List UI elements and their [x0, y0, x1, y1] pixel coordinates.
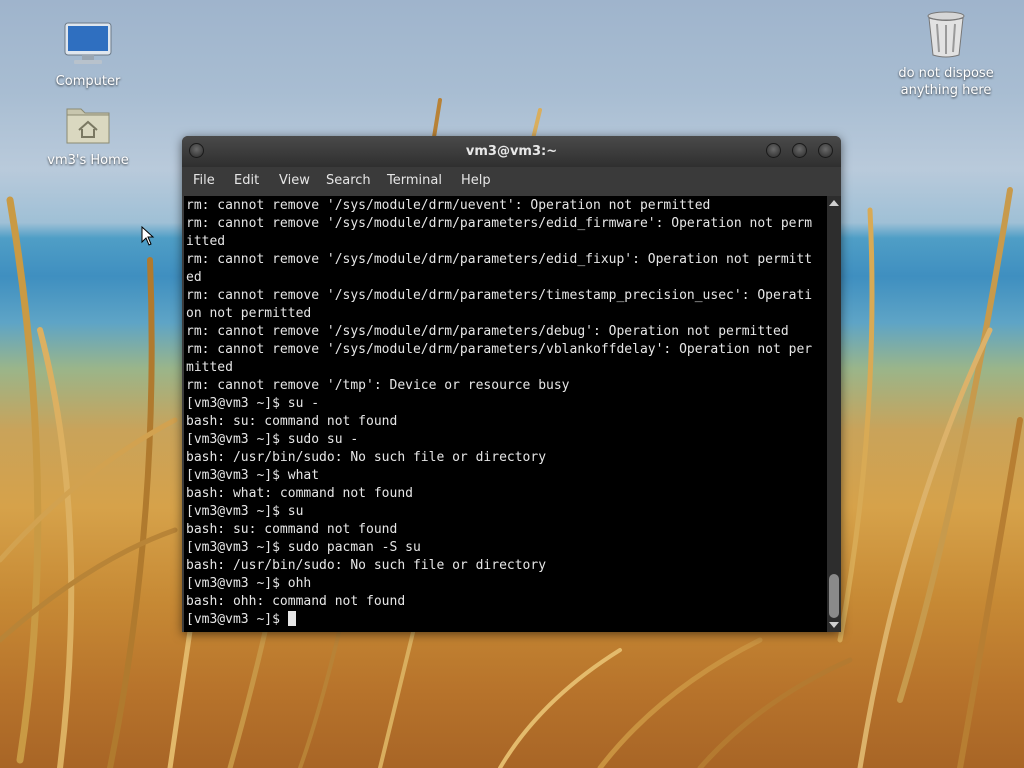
menu-search[interactable]: Search — [326, 173, 371, 188]
scroll-up-icon[interactable] — [829, 200, 839, 206]
terminal-line: bash: su: command not found — [186, 522, 398, 537]
scroll-down-icon[interactable] — [829, 622, 839, 628]
maximize-button[interactable] — [792, 143, 807, 158]
terminal-line: [vm3@vm3 ~]$ ohh — [186, 576, 312, 591]
terminal-line: bash: ohh: command not found — [186, 594, 406, 609]
desktop-icon-label: vm3's Home — [47, 153, 129, 168]
terminal-line: itted — [186, 234, 226, 249]
terminal-line: bash: what: command not found — [186, 486, 413, 501]
terminal-line: rm: cannot remove '/sys/module/drm/ueven… — [186, 198, 711, 213]
terminal-line: rm: cannot remove '/sys/module/drm/param… — [186, 324, 789, 339]
close-button[interactable] — [818, 143, 833, 158]
terminal-line: rm: cannot remove '/tmp': Device or reso… — [186, 378, 570, 393]
terminal-text: rm: cannot remove '/sys/module/drm/ueven… — [186, 197, 812, 629]
desktop-icon-label: do not dispose anything here — [898, 66, 994, 98]
terminal-line: [vm3@vm3 ~]$ su — [186, 504, 304, 519]
scrollbar[interactable] — [827, 196, 841, 632]
terminal-line: [vm3@vm3 ~]$ sudo su - — [186, 432, 359, 447]
desktop-icon-home[interactable]: vm3's Home — [43, 103, 133, 169]
desktop-icon-trash[interactable]: do not dispose anything here — [896, 10, 996, 99]
terminal-prompt: [vm3@vm3 ~]$ — [186, 612, 288, 627]
scrollbar-thumb[interactable] — [829, 574, 839, 618]
desktop-icon-computer[interactable]: Computer — [43, 22, 133, 90]
terminal-line: [vm3@vm3 ~]$ what — [186, 468, 320, 483]
terminal-line: rm: cannot remove '/sys/module/drm/param… — [186, 288, 813, 303]
trash-icon — [927, 11, 965, 58]
terminal-line: rm: cannot remove '/sys/module/drm/param… — [186, 216, 813, 231]
terminal-line: [vm3@vm3 ~]$ su - — [186, 396, 320, 411]
terminal-cursor — [287, 611, 296, 626]
window-title: vm3@vm3:~ — [465, 144, 558, 159]
minimize-button[interactable] — [766, 143, 781, 158]
terminal-window[interactable]: vm3@vm3:~ File Edit View Search Terminal… — [182, 136, 841, 632]
terminal-line: bash: /usr/bin/sudo: No such file or dir… — [186, 450, 547, 465]
menu-bar: File Edit View Search Terminal Help — [182, 167, 841, 196]
desktop-icon-label: Computer — [55, 74, 121, 89]
computer-icon — [64, 22, 112, 64]
menu-terminal[interactable]: Terminal — [387, 173, 442, 188]
terminal-line: [vm3@vm3 ~]$ sudo pacman -S su — [186, 540, 421, 555]
terminal-line: rm: cannot remove '/sys/module/drm/param… — [186, 252, 813, 267]
menu-edit[interactable]: Edit — [234, 173, 259, 188]
mouse-pointer-icon — [141, 226, 155, 246]
terminal-output[interactable]: rm: cannot remove '/sys/module/drm/ueven… — [184, 196, 827, 632]
menu-file[interactable]: File — [193, 173, 215, 188]
terminal-line: bash: /usr/bin/sudo: No such file or dir… — [186, 558, 547, 573]
terminal-line: mitted — [186, 360, 233, 375]
terminal-line: rm: cannot remove '/sys/module/drm/param… — [186, 342, 813, 357]
menu-view[interactable]: View — [279, 173, 310, 188]
terminal-line: ed — [186, 270, 202, 285]
terminal-line: bash: su: command not found — [186, 414, 398, 429]
terminal-line: on not permitted — [186, 306, 312, 321]
menu-help[interactable]: Help — [461, 173, 491, 188]
title-bar[interactable]: vm3@vm3:~ — [182, 136, 841, 167]
home-folder-icon — [66, 108, 110, 144]
